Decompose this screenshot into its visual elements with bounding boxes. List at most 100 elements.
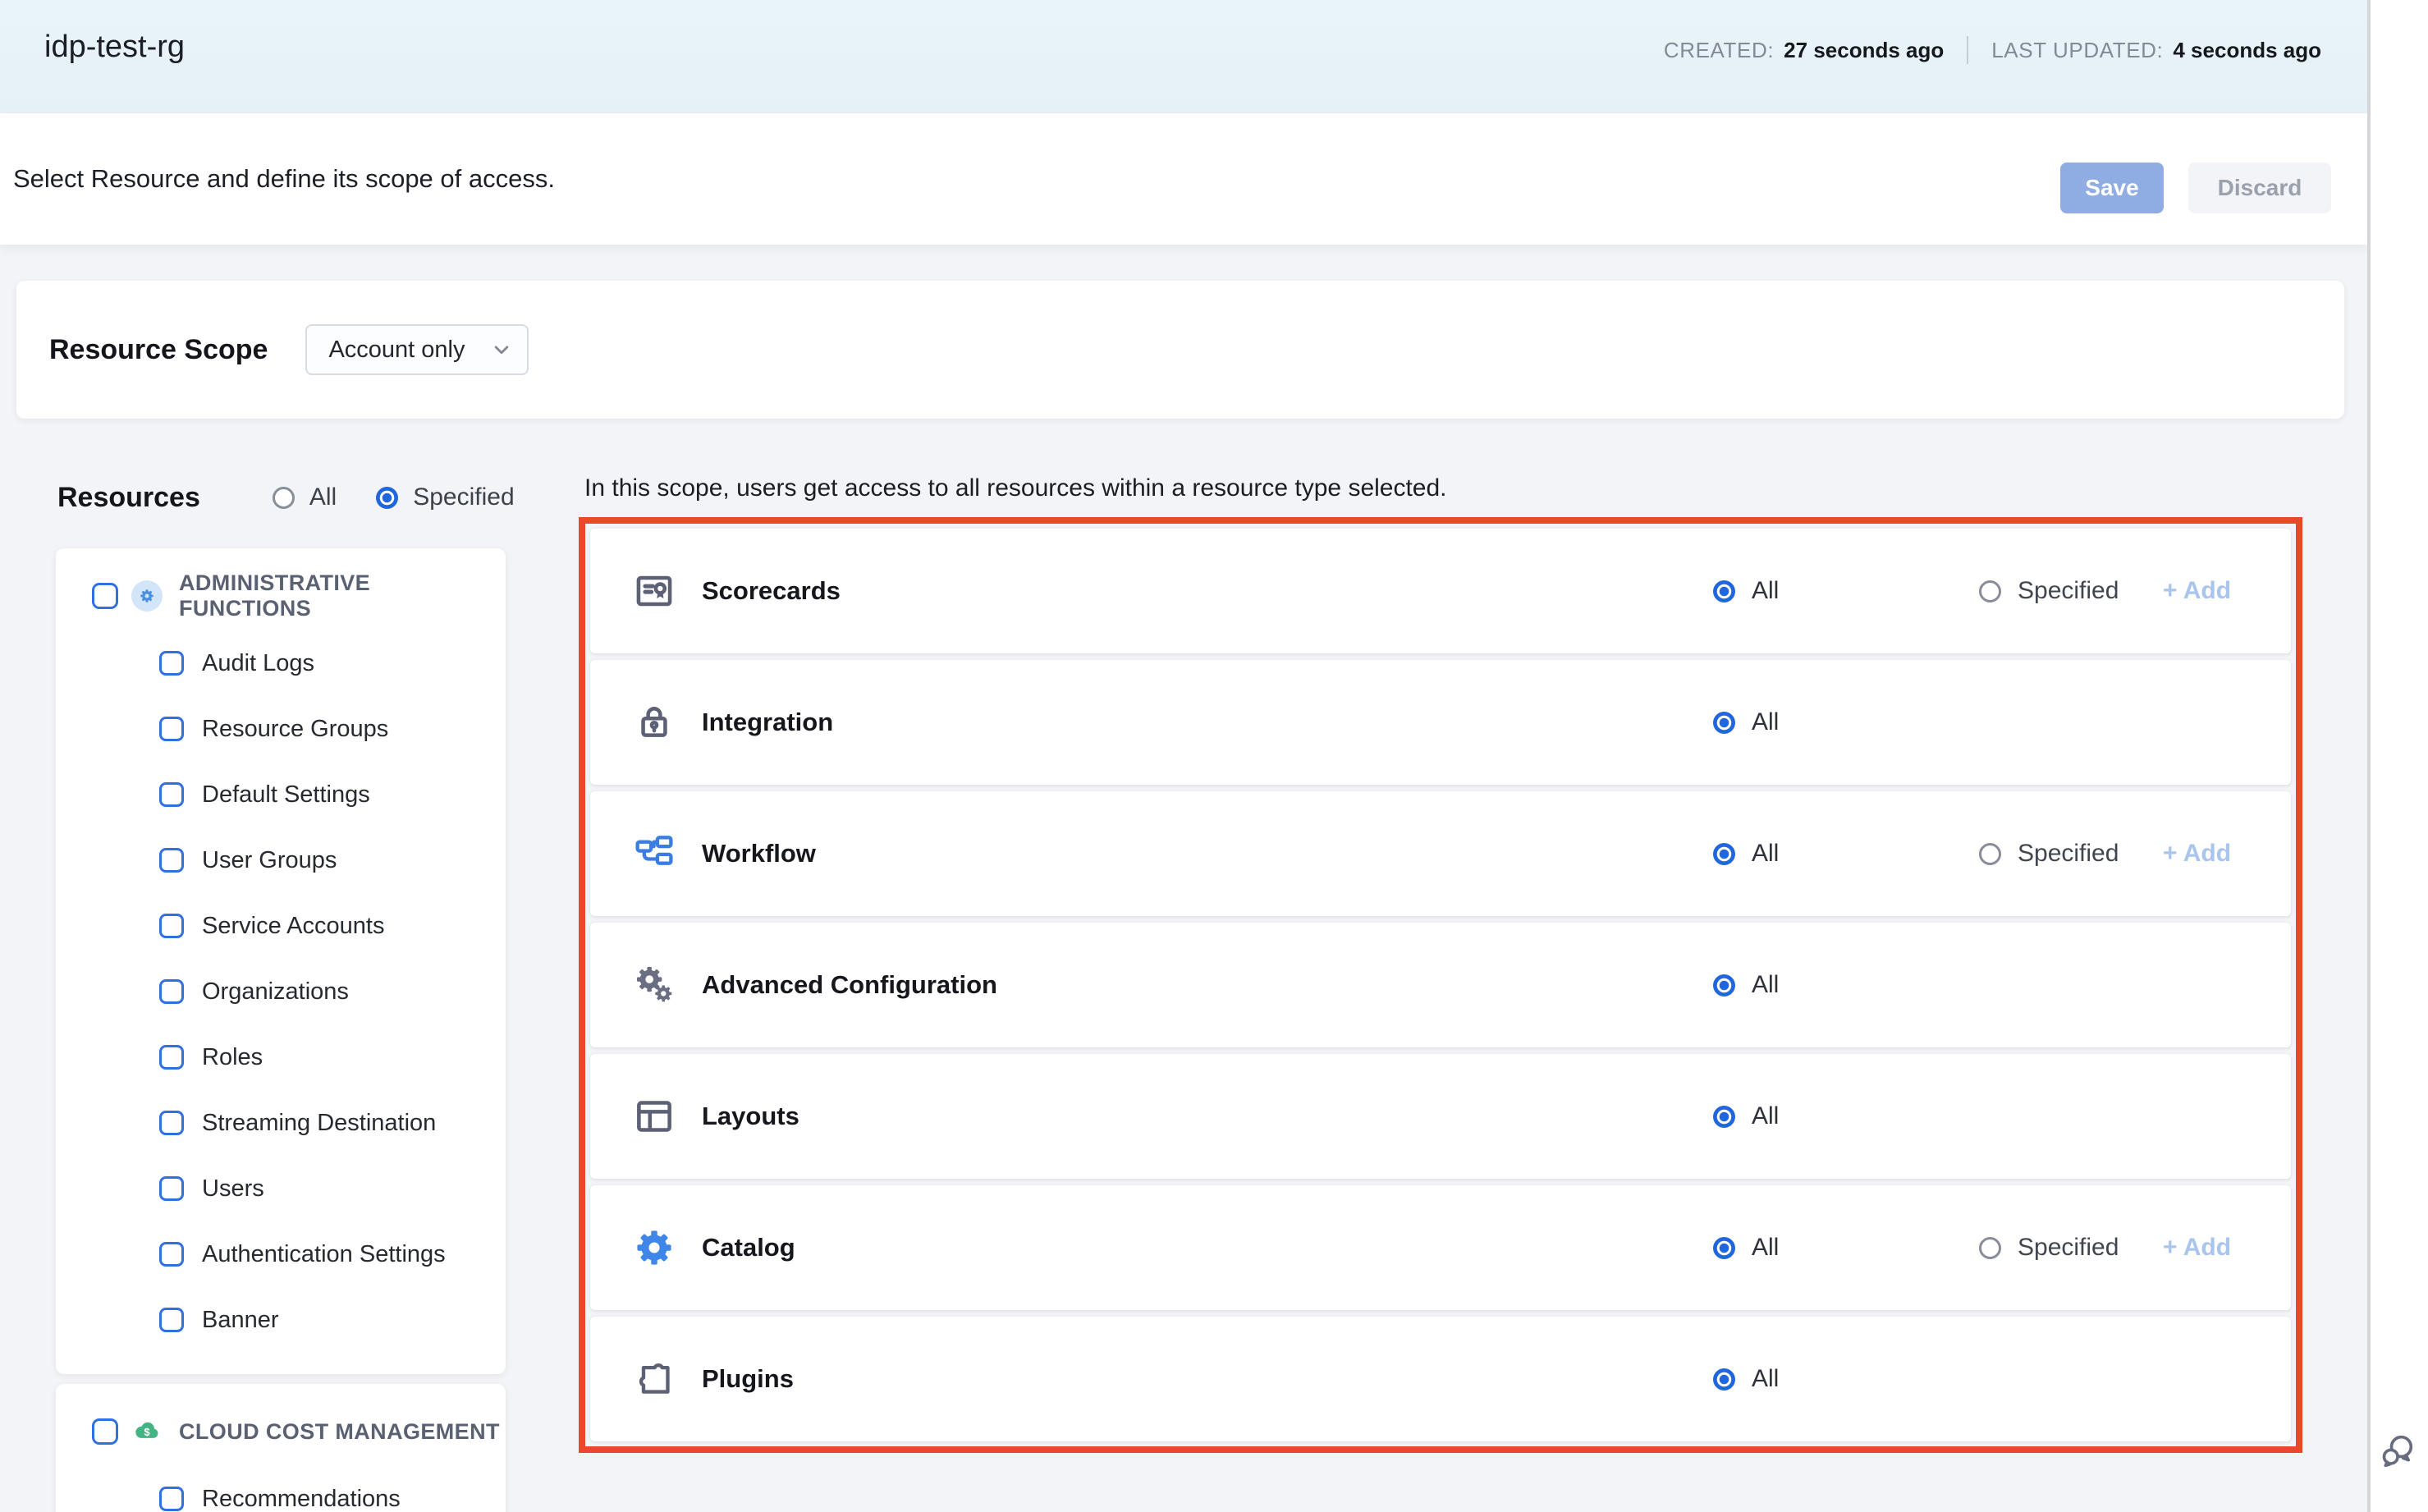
created-label: CREATED: — [1664, 38, 1774, 63]
add-button[interactable]: + Add — [2163, 840, 2231, 868]
workflow-icon — [633, 832, 676, 875]
radio-icon[interactable] — [1713, 580, 1735, 603]
resource-scope-card: Resource Scope Account only — [16, 281, 2344, 419]
action-toolbar: Select Resource and define its scope of … — [0, 113, 2367, 245]
radio-label: All — [309, 483, 337, 511]
resource-type-label: Plugins — [702, 1364, 794, 1394]
radio-icon[interactable] — [1713, 712, 1735, 734]
tree-item-label: Audit Logs — [202, 650, 314, 677]
radio-all[interactable]: All — [1713, 840, 1779, 868]
add-button[interactable]: + Add — [2163, 577, 2231, 605]
highlighted-resource-list: Scorecards All Specified + Add Integrati… — [579, 517, 2302, 1453]
page-header: idp-test-rg CREATED: 27 seconds ago LAST… — [0, 0, 2367, 113]
item-checkbox[interactable] — [159, 782, 184, 807]
save-button[interactable]: Save — [2060, 163, 2164, 213]
tree-item[interactable]: Users — [56, 1156, 506, 1221]
content-area: idp-test-rg CREATED: 27 seconds ago LAST… — [0, 0, 2367, 1512]
chat-bubbles-icon[interactable] — [2379, 1432, 2417, 1469]
radio-all[interactable]: All — [1713, 971, 1779, 999]
radio-icon[interactable] — [1713, 1368, 1735, 1391]
item-checkbox[interactable] — [159, 717, 184, 741]
tree-item-label: Resource Groups — [202, 716, 388, 743]
item-checkbox[interactable] — [159, 1242, 184, 1267]
tree-item[interactable]: Roles — [56, 1024, 506, 1090]
group-label: CLOUD COST MANAGEMENT — [179, 1419, 500, 1445]
chevron-down-icon — [489, 337, 514, 362]
radio-all[interactable]: All — [1713, 1234, 1779, 1262]
tree-item[interactable]: Audit Logs — [56, 630, 506, 696]
item-checkbox[interactable] — [159, 1176, 184, 1201]
resource-type-label: Layouts — [702, 1102, 799, 1131]
radio-specified[interactable]: Specified — [1979, 1234, 2119, 1262]
radio-label: All — [1752, 577, 1779, 605]
radio-specified[interactable]: Specified — [1979, 840, 2119, 868]
tree-item[interactable]: Recommendations — [56, 1466, 506, 1512]
item-checkbox[interactable] — [159, 1308, 184, 1332]
item-checkbox[interactable] — [159, 1487, 184, 1511]
item-checkbox[interactable] — [159, 848, 184, 873]
radio-all[interactable]: All — [1713, 708, 1779, 736]
radio-specified[interactable]: Specified — [1979, 577, 2119, 605]
tree-item[interactable]: Streaming Destination — [56, 1090, 506, 1156]
group-checkbox[interactable] — [92, 583, 118, 609]
page-title: idp-test-rg — [44, 30, 185, 65]
tree-item[interactable]: Default Settings — [56, 762, 506, 827]
meta-divider — [1967, 36, 1968, 64]
scope-description: In this scope, users get access to all r… — [584, 474, 1447, 502]
resource-scope-value: Account only — [328, 337, 489, 364]
radio-all[interactable]: All — [1713, 577, 1779, 605]
page: idp-test-rg CREATED: 27 seconds ago LAST… — [0, 0, 2428, 1512]
group-label: ADMINISTRATIVE FUNCTIONS — [179, 570, 506, 621]
radio-icon[interactable] — [1713, 1106, 1735, 1128]
tree-item[interactable]: User Groups — [56, 827, 506, 893]
tree-item[interactable]: Resource Groups — [56, 696, 506, 762]
item-checkbox[interactable] — [159, 1111, 184, 1135]
sidebar-resource-tree-card-1: ADMINISTRATIVE FUNCTIONS Audit Logs Reso… — [56, 548, 506, 1374]
resources-header: Resources All Specified — [57, 478, 550, 517]
tree-item[interactable]: Service Accounts — [56, 893, 506, 959]
discard-button[interactable]: Discard — [2188, 163, 2331, 213]
tree-item[interactable]: Banner — [56, 1287, 506, 1353]
item-checkbox[interactable] — [159, 979, 184, 1004]
scorecards-icon — [633, 570, 676, 612]
resource-group-header: ADMINISTRATIVE FUNCTIONS — [56, 561, 506, 630]
radio-icon[interactable] — [273, 487, 295, 509]
radio-icon[interactable] — [376, 487, 398, 509]
tree-item-label: User Groups — [202, 847, 337, 874]
updated-value: 4 seconds ago — [2173, 38, 2321, 63]
radio-all[interactable]: All — [1713, 1102, 1779, 1130]
svg-text:$: $ — [144, 1426, 149, 1438]
radio-icon[interactable] — [1979, 580, 2001, 603]
item-checkbox[interactable] — [159, 651, 184, 676]
resource-row: Catalog All Specified + Add — [590, 1185, 2291, 1310]
resources-radio-all[interactable]: All — [273, 483, 337, 511]
radio-label: Specified — [2018, 840, 2119, 868]
radio-label: All — [1752, 708, 1779, 736]
group-checkbox[interactable] — [92, 1418, 118, 1445]
resource-row: Advanced Configuration All — [590, 923, 2291, 1047]
radio-label: All — [1752, 1102, 1779, 1130]
item-checkbox[interactable] — [159, 1045, 184, 1070]
toolbar-description: Select Resource and define its scope of … — [13, 113, 555, 245]
item-checkbox[interactable] — [159, 914, 184, 938]
resource-scope-select[interactable]: Account only — [305, 324, 529, 375]
tree-item[interactable]: Authentication Settings — [56, 1221, 506, 1287]
resources-radio-specified[interactable]: Specified — [376, 483, 514, 511]
radio-icon[interactable] — [1979, 843, 2001, 865]
radio-icon[interactable] — [1713, 843, 1735, 865]
tree-item[interactable]: Organizations — [56, 959, 506, 1024]
admin-functions-icon — [131, 580, 163, 612]
radio-icon[interactable] — [1713, 1237, 1735, 1259]
tree-item-label: Organizations — [202, 978, 349, 1006]
radio-icon[interactable] — [1713, 974, 1735, 997]
radio-icon[interactable] — [1979, 1237, 2001, 1259]
tree-item-label: Roles — [202, 1044, 263, 1071]
right-gutter — [2371, 0, 2428, 1512]
radio-label: Specified — [2018, 577, 2119, 605]
created-value: 27 seconds ago — [1784, 38, 1944, 63]
sidebar-resource-tree-card-2: $ CLOUD COST MANAGEMENT Recommendations — [56, 1384, 506, 1512]
radio-label: All — [1752, 840, 1779, 868]
add-button[interactable]: + Add — [2163, 1234, 2231, 1262]
radio-all[interactable]: All — [1713, 1365, 1779, 1393]
resource-type-label: Workflow — [702, 839, 816, 868]
